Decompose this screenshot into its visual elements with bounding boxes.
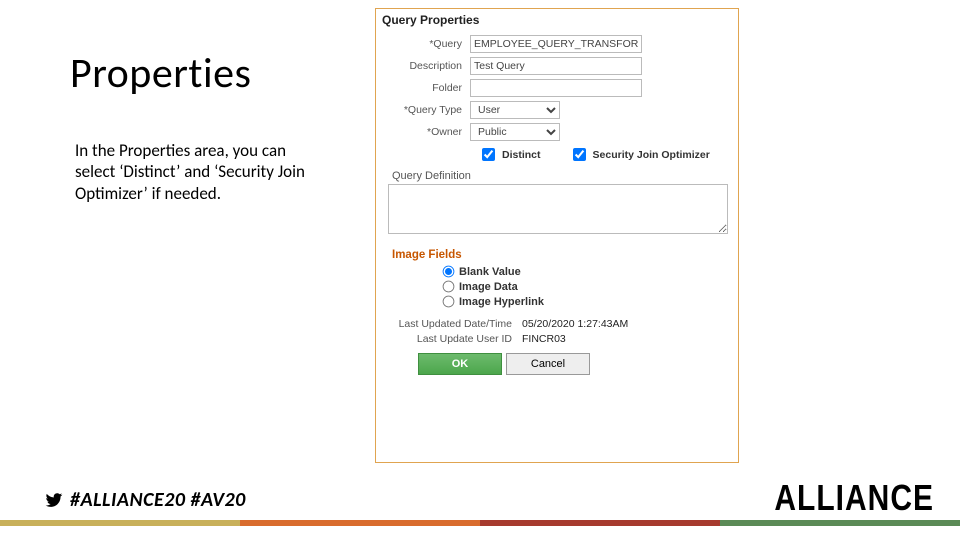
image-hyperlink-label: Image Hyperlink [459, 296, 544, 308]
last-user-value: FINCR03 [522, 333, 566, 345]
blank-value-label: Blank Value [459, 266, 521, 278]
description-label: Description [382, 60, 470, 72]
image-data-label: Image Data [459, 281, 518, 293]
panel-title: Query Properties [382, 13, 732, 27]
last-user-label: Last Update User ID [382, 333, 522, 345]
image-fields-option[interactable]: Blank Value [442, 265, 732, 278]
query-definition-label: Query Definition [392, 170, 732, 182]
folder-input[interactable] [470, 79, 642, 97]
last-updated-label: Last Updated Date/Time [382, 318, 522, 330]
query-definition-textarea[interactable] [388, 184, 728, 234]
hashtag-text: #ALLIANCE20 #AV20 [70, 488, 246, 512]
query-input[interactable] [470, 35, 642, 53]
owner-label: *Owner [382, 126, 470, 138]
blank-value-radio[interactable] [443, 266, 455, 278]
sjo-label: Security Join Optimizer [593, 149, 710, 161]
last-updated-value: 05/20/2020 1:27:43AM [522, 318, 628, 330]
description-input[interactable] [470, 57, 642, 75]
distinct-checkbox[interactable] [482, 148, 495, 161]
image-hyperlink-radio[interactable] [443, 296, 455, 308]
image-data-radio[interactable] [443, 281, 455, 293]
twitter-bird-icon [44, 491, 64, 509]
query-properties-panel: Query Properties *Query Description Fold… [375, 8, 739, 463]
distinct-checkbox-wrap[interactable]: Distinct [478, 145, 541, 164]
distinct-label: Distinct [502, 149, 541, 161]
image-fields-heading: Image Fields [392, 249, 732, 261]
body-text: In the Properties area, you can select ‘… [75, 140, 305, 204]
folder-label: Folder [382, 82, 470, 94]
image-fields-radio-group: Blank Value Image Data Image Hyperlink [442, 265, 732, 308]
image-fields-option[interactable]: Image Hyperlink [442, 295, 732, 308]
ok-button[interactable]: OK [418, 353, 502, 375]
footer-hashtags: #ALLIANCE20 #AV20 [44, 488, 246, 512]
page-title: Properties [70, 48, 251, 99]
query-type-label: *Query Type [382, 104, 470, 116]
image-fields-option[interactable]: Image Data [442, 280, 732, 293]
owner-select[interactable]: Public [470, 123, 560, 141]
query-label: *Query [382, 38, 470, 50]
sjo-checkbox[interactable] [573, 148, 586, 161]
query-type-select[interactable]: User [470, 101, 560, 119]
cancel-button[interactable]: Cancel [506, 353, 590, 375]
alliance-wordmark: ALLIANCE [774, 479, 934, 520]
sjo-checkbox-wrap[interactable]: Security Join Optimizer [569, 145, 710, 164]
footer-stripe [0, 520, 960, 526]
